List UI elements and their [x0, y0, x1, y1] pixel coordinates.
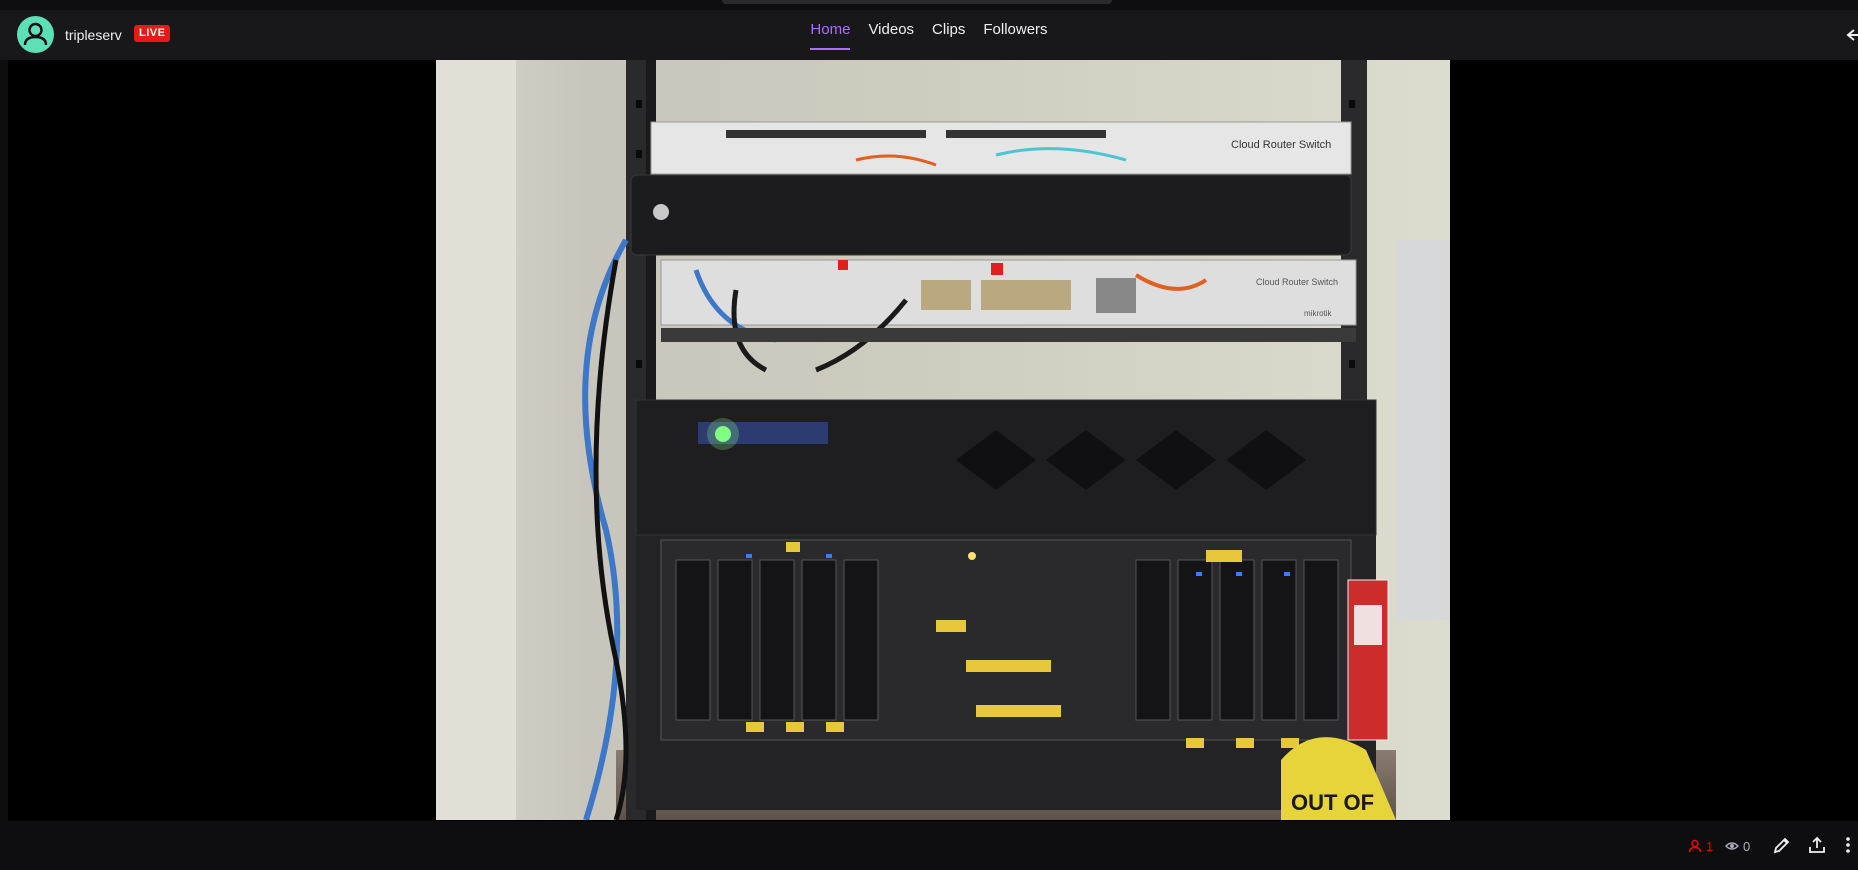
pencil-icon[interactable]	[1772, 835, 1792, 855]
video-player[interactable]: Cloud Router Switch Cloud Router Switch …	[8, 60, 1858, 821]
tab-home[interactable]: Home	[801, 10, 859, 50]
viewer-count: 1	[1688, 837, 1713, 855]
tag-label: OUT OF	[1291, 790, 1374, 815]
search-bar-stub[interactable]	[722, 0, 1112, 4]
stream-video[interactable]: Cloud Router Switch Cloud Router Switch …	[436, 60, 1450, 820]
brand-label: mikrotik	[1304, 309, 1333, 318]
view-count-value: 0	[1743, 838, 1751, 854]
tab-videos[interactable]: Videos	[859, 10, 923, 49]
share-icon[interactable]	[1807, 835, 1827, 855]
switch-bottom-label: Cloud Router Switch	[1256, 277, 1338, 287]
switch-top-label: Cloud Router Switch	[1231, 139, 1331, 151]
eye-icon	[1725, 842, 1739, 850]
person-icon	[1688, 839, 1702, 853]
tab-followers[interactable]: Followers	[974, 10, 1056, 49]
more-vertical-icon[interactable]	[1842, 835, 1854, 855]
arrow-left-icon[interactable]	[1844, 26, 1858, 44]
view-count: 0	[1725, 837, 1750, 855]
channel-tabs: Home Videos Clips Followers	[0, 10, 1858, 60]
player-controls-bar: 1 0	[0, 821, 1858, 870]
viewer-count-value: 1	[1706, 838, 1714, 854]
server-rack-image: Cloud Router Switch Cloud Router Switch …	[436, 60, 1450, 820]
channel-header: tripleserv LIVE Home Videos Clips Follow…	[0, 10, 1858, 60]
tab-clips[interactable]: Clips	[923, 10, 974, 49]
